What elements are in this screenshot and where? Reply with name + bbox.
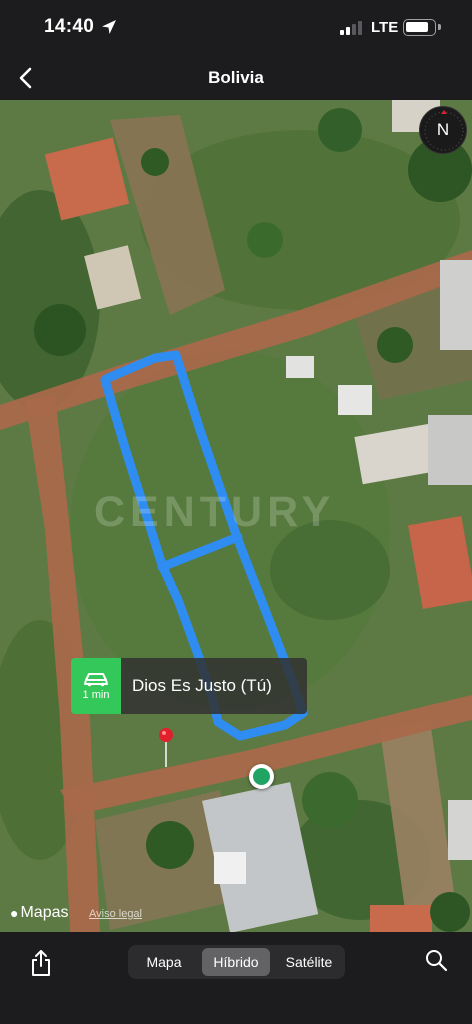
battery-tip — [438, 24, 441, 30]
search-button[interactable] — [418, 942, 454, 978]
status-bar: 14:40 LTE — [0, 0, 472, 56]
battery-icon — [403, 19, 436, 36]
legal-notice-link[interactable]: Aviso legal — [89, 908, 142, 920]
user-location-marker[interactable] — [249, 764, 274, 789]
compass-button[interactable]: N — [419, 106, 467, 154]
share-button[interactable] — [22, 944, 60, 982]
apple-logo-icon: ● — [10, 905, 19, 921]
eta-badge: 1 min — [71, 658, 121, 714]
map-type-selector: Mapa Híbrido Satélite — [128, 945, 345, 979]
battery-level — [406, 22, 428, 32]
segment-satelite[interactable]: Satélite — [276, 948, 342, 976]
place-callout[interactable]: 1 min Dios Es Justo (Tú) — [71, 658, 307, 714]
car-icon — [84, 673, 108, 687]
search-icon — [426, 950, 448, 972]
bottom-toolbar: Mapa Híbrido Satélite — [0, 932, 472, 1024]
segment-mapa[interactable]: Mapa — [132, 948, 196, 976]
satellite-imagery — [0, 100, 472, 932]
map-pin-icon[interactable] — [157, 727, 175, 769]
location-arrow-icon — [102, 20, 116, 34]
segment-hibrido[interactable]: Híbrido — [202, 948, 270, 976]
page-title: Bolivia — [208, 68, 264, 87]
place-label: Dios Es Justo (Tú) — [121, 658, 307, 714]
nav-bar: Bolivia — [0, 56, 472, 100]
satellite-map[interactable]: CENTURY N 1 min Dios Es Justo (Tú) ● Map… — [0, 100, 472, 932]
signal-icon — [340, 21, 366, 35]
user-location-dot — [253, 768, 270, 785]
maps-attribution: ● Mapas — [10, 904, 69, 922]
network-type: LTE — [371, 19, 399, 36]
share-icon — [32, 950, 50, 976]
eta-time: 1 min — [82, 689, 110, 701]
compass-label: N — [436, 120, 450, 139]
status-time: 14:40 — [44, 16, 95, 37]
maps-brand-label: Mapas — [20, 904, 69, 921]
